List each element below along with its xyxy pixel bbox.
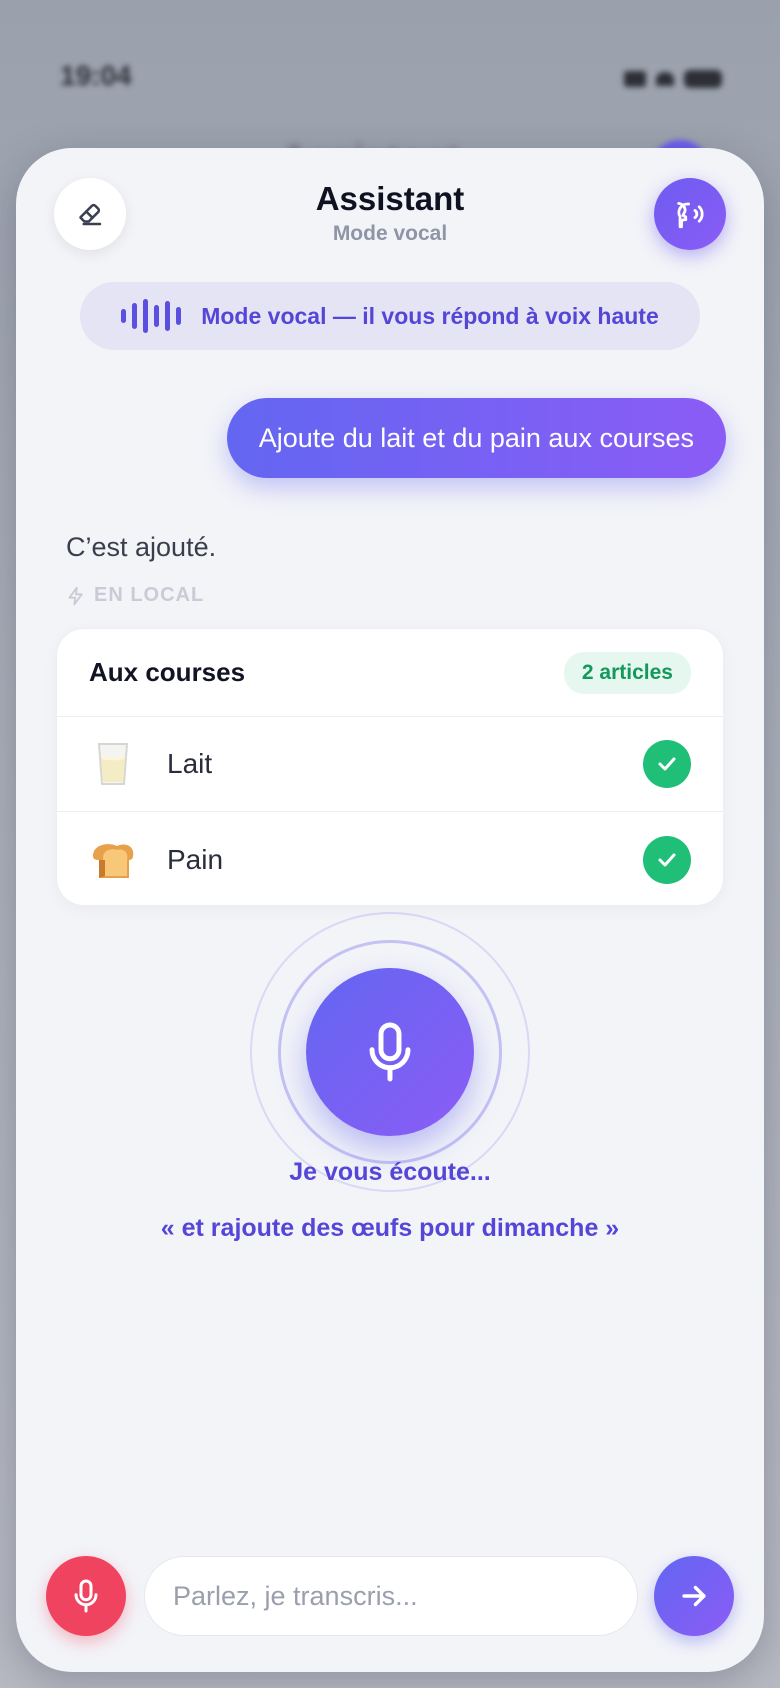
milk-glass-icon	[89, 740, 137, 788]
list-item-label: Lait	[167, 748, 213, 779]
check-icon[interactable]	[643, 740, 691, 788]
lightning-icon	[68, 586, 83, 605]
shopping-list-card: Aux courses 2 articles Lait Pain	[56, 628, 724, 906]
microphone-icon	[369, 1022, 411, 1082]
listening-indicator	[16, 908, 764, 1192]
background-status-bar: 19:04	[0, 0, 780, 150]
page-subtitle: Mode vocal	[332, 222, 448, 245]
record-button[interactable]	[306, 968, 474, 1136]
card-header: Aux courses 2 articles	[57, 629, 723, 717]
list-item-label: Pain	[167, 843, 224, 875]
live-transcript: « et rajoute des œufs pour dimanche »	[160, 1214, 620, 1242]
list-item[interactable]: Pain	[57, 812, 723, 905]
title-block: Assistant Mode vocal	[16, 180, 764, 246]
status-time: 19:04	[60, 60, 132, 91]
signal-icon	[624, 71, 646, 87]
status-icons	[624, 70, 722, 88]
card-title: Aux courses	[89, 657, 246, 687]
battery-icon	[684, 70, 722, 88]
voice-mode-banner: Mode vocal — il vous répond à voix haute	[80, 282, 700, 350]
composer	[16, 1556, 764, 1640]
list-item[interactable]: Lait	[57, 717, 723, 812]
speaking-head-icon	[677, 201, 704, 229]
header: Assistant Mode vocal	[16, 148, 764, 268]
item-count-badge: 2 articles	[563, 651, 691, 694]
assistant-sheet: Assistant Mode vocal Mode vocal — il vou…	[16, 148, 764, 1672]
user-message-bubble: Ajoute du lait et du pain aux courses	[226, 398, 726, 478]
check-icon[interactable]	[643, 835, 691, 884]
arrow-right-icon	[682, 1585, 706, 1607]
listening-status: Je vous écoute...	[289, 1158, 491, 1186]
page-title: Assistant	[315, 180, 465, 217]
assistant-reply: C’est ajouté.	[66, 532, 217, 562]
wifi-icon	[656, 72, 674, 86]
voice-mode-button[interactable]	[654, 178, 726, 250]
bread-icon	[89, 836, 137, 884]
source-tag: EN LOCAL	[66, 584, 204, 607]
waveform-icon	[121, 299, 182, 333]
message-input[interactable]	[144, 1556, 638, 1636]
send-button[interactable]	[654, 1556, 734, 1636]
voice-mode-text: Mode vocal — il vous répond à voix haute	[201, 302, 659, 329]
source-tag-label: EN LOCAL	[94, 584, 205, 606]
mic-button[interactable]	[46, 1556, 126, 1636]
microphone-icon	[74, 1579, 98, 1613]
